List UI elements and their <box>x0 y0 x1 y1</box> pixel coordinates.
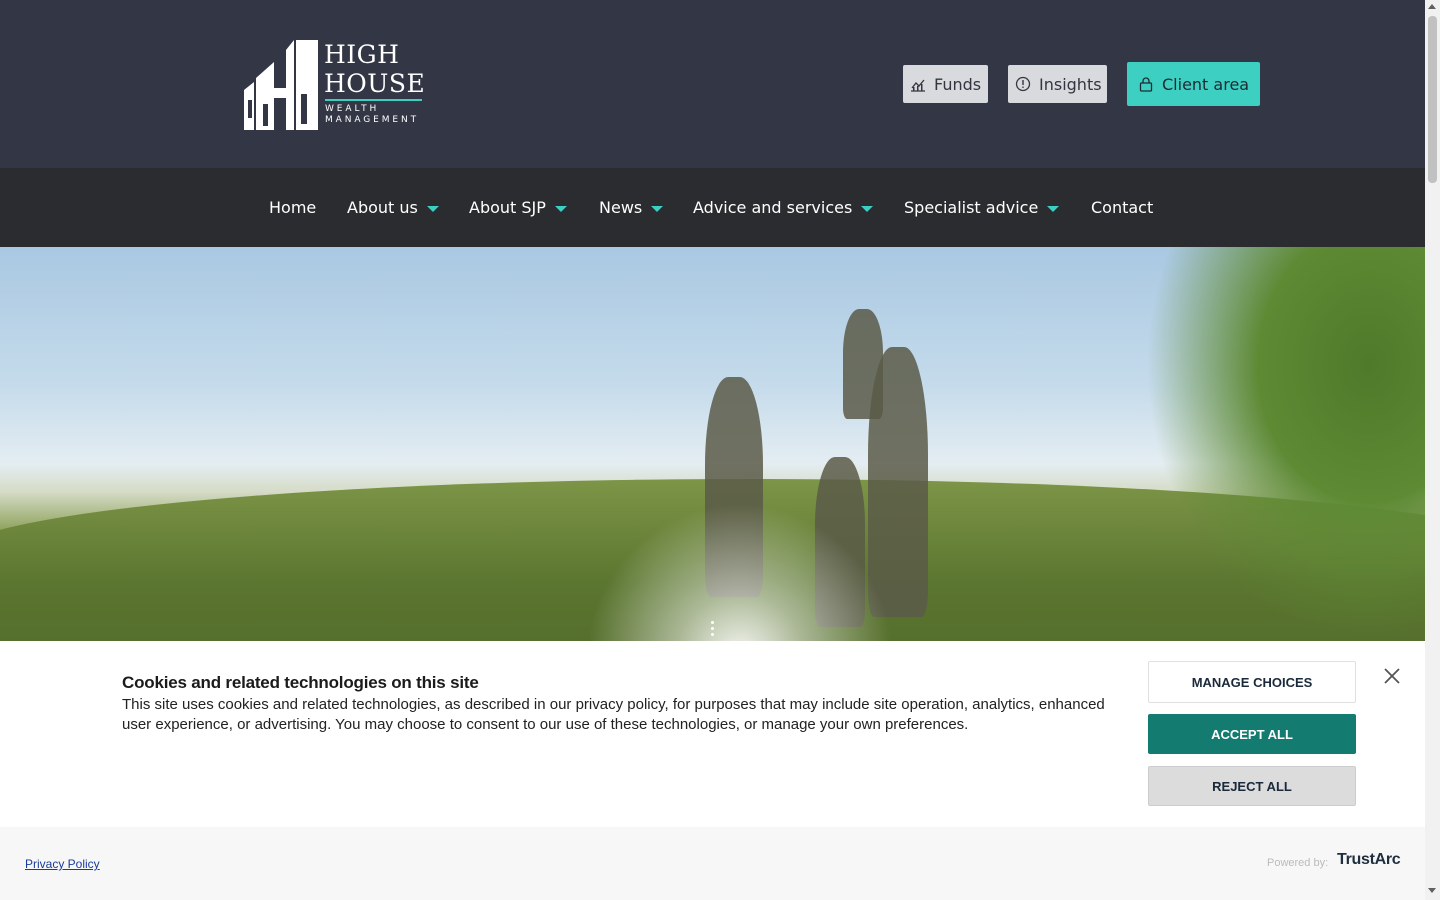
hero-image <box>0 247 1425 641</box>
insights-label: Insights <box>1039 74 1102 94</box>
scroll-up-arrow-icon[interactable] <box>1428 4 1436 9</box>
caret-down-icon <box>861 205 874 212</box>
client-area-label: Client area <box>1162 74 1250 94</box>
nav-item-specialist-advice[interactable]: Specialist advice <box>904 168 1060 247</box>
high-house-logo[interactable]: HIGH HOUSE WEALTH MANAGEMENT <box>244 40 426 132</box>
client-area-button[interactable]: Client area <box>1127 62 1260 106</box>
nav-label: Contact <box>1091 198 1154 217</box>
nav-label: Home <box>269 198 317 217</box>
scroll-indicator <box>711 621 715 639</box>
nav-label: Specialist advice <box>904 198 1039 217</box>
reject-all-button[interactable]: REJECT ALL <box>1148 766 1356 806</box>
nav-label: News <box>599 198 643 217</box>
main-nav: Home About us About SJP News Advice and … <box>0 168 1425 247</box>
nav-item-advice-and-services[interactable]: Advice and services <box>693 168 874 247</box>
page-scrollbar[interactable] <box>1425 0 1440 900</box>
manage-choices-button[interactable]: MANAGE CHOICES <box>1148 661 1356 703</box>
site-header: HIGH HOUSE WEALTH MANAGEMENT Funds Insig… <box>0 0 1425 168</box>
caret-down-icon <box>651 205 664 212</box>
cookie-footer: Privacy Policy Powered by: TrustArc <box>0 827 1425 900</box>
close-icon[interactable] <box>1381 665 1403 687</box>
funds-label: Funds <box>934 74 982 94</box>
logo-text-high: HIGH <box>324 40 400 69</box>
powered-by-label: Powered by: <box>1267 857 1329 869</box>
nav-item-contact[interactable]: Contact <box>1091 168 1153 247</box>
scrollbar-thumb[interactable] <box>1428 16 1437 183</box>
logo-divider <box>325 99 422 101</box>
chart-icon <box>910 76 926 92</box>
lock-icon <box>1138 76 1154 92</box>
nav-label: Advice and services <box>693 198 853 217</box>
nav-item-home[interactable]: Home <box>269 168 316 247</box>
cookie-description: This site uses cookies and related techn… <box>122 696 1105 733</box>
logo-text-house: HOUSE <box>324 69 426 98</box>
info-icon <box>1015 76 1031 92</box>
nav-label: About us <box>347 198 418 217</box>
hero-figure-toddler <box>843 309 883 419</box>
nav-item-about-sjp[interactable]: About SJP <box>469 168 567 247</box>
scroll-down-arrow-icon[interactable] <box>1428 888 1436 893</box>
accept-all-button[interactable]: ACCEPT ALL <box>1148 714 1356 754</box>
hero-trees <box>1145 247 1425 641</box>
caret-down-icon <box>426 205 439 212</box>
privacy-policy-link[interactable]: Privacy Policy <box>25 857 100 871</box>
insights-button[interactable]: Insights <box>1008 65 1107 103</box>
nav-item-about-us[interactable]: About us <box>347 168 439 247</box>
nav-label: About SJP <box>469 198 546 217</box>
building-logo-icon <box>244 40 318 130</box>
logo-text-wealth: WEALTH <box>325 104 380 114</box>
caret-down-icon <box>554 205 567 212</box>
cookie-title: Cookies and related technologies on this… <box>122 673 479 692</box>
logo-text-management: MANAGEMENT <box>325 115 419 125</box>
nav-item-news[interactable]: News <box>599 168 664 247</box>
funds-button[interactable]: Funds <box>903 65 988 103</box>
cookie-banner: Cookies and related technologies on this… <box>0 641 1425 827</box>
caret-down-icon <box>1047 205 1060 212</box>
trustarc-logo: TrustArc <box>1337 851 1401 868</box>
